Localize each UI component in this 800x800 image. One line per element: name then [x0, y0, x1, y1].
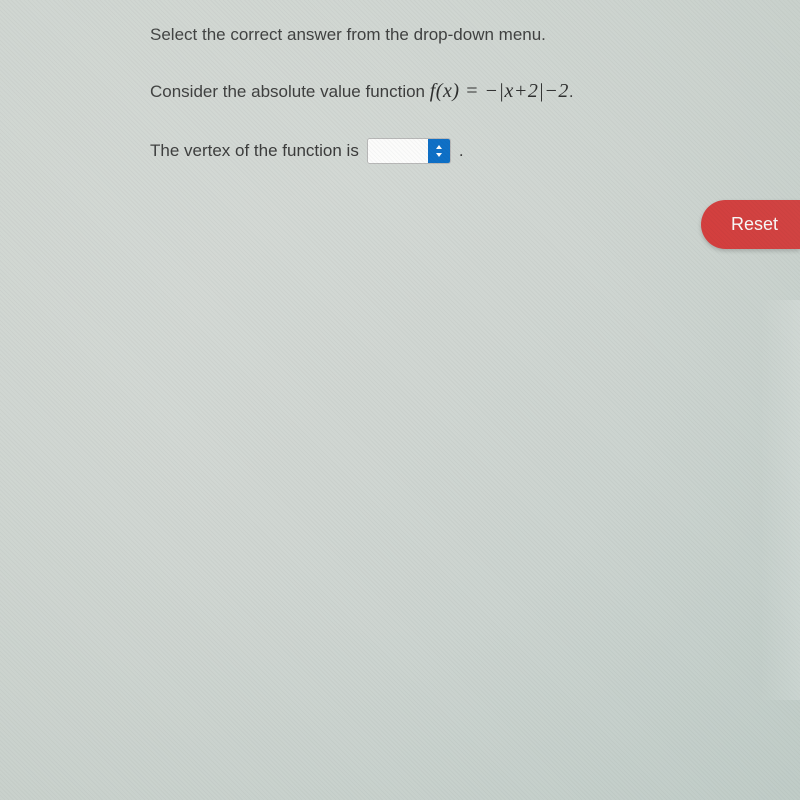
answer-prefix: The vertex of the function is [150, 141, 359, 161]
answer-dropdown[interactable] [367, 138, 451, 164]
dropdown-value [368, 139, 428, 163]
edge-highlight [760, 300, 800, 700]
answer-line: The vertex of the function is . [150, 138, 800, 164]
question-text: Consider the absolute value function f(x… [150, 80, 800, 103]
formula: f(x) = −|x+2|−2 [430, 80, 569, 102]
dropdown-arrow-icon [428, 139, 450, 163]
instruction-text: Select the correct answer from the drop-… [150, 25, 800, 45]
reset-button[interactable]: Reset [701, 200, 800, 249]
question-suffix: . [569, 82, 574, 101]
period: . [459, 141, 464, 161]
question-prefix: Consider the absolute value function [150, 82, 430, 101]
